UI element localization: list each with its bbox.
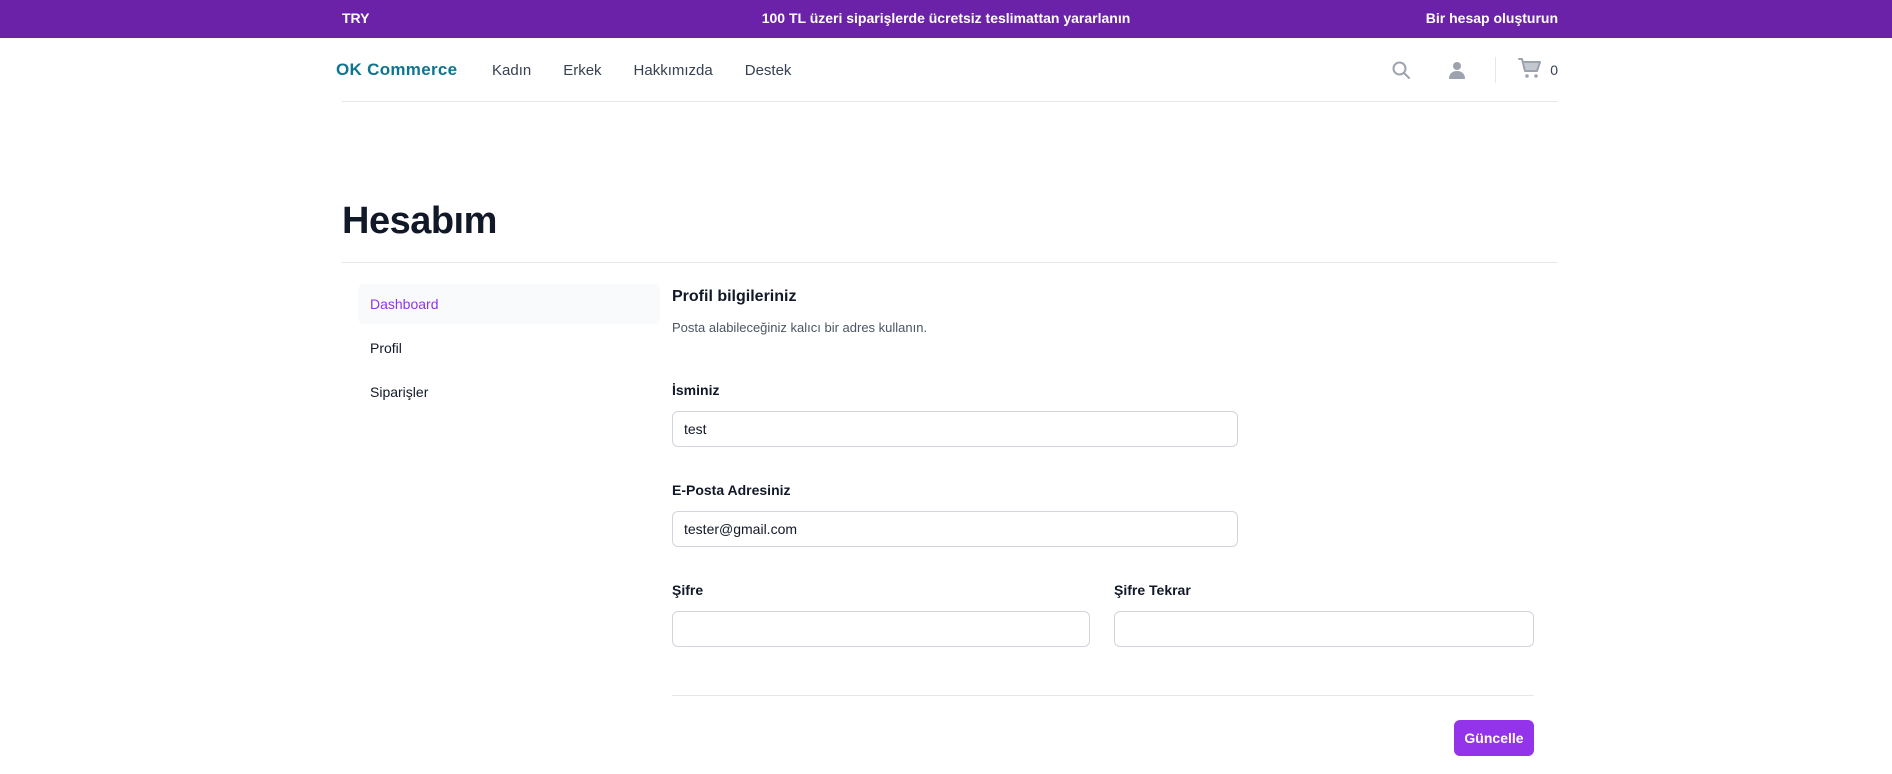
cart-count: 0 (1550, 62, 1558, 78)
account-sidebar: Dashboard Profil Siparişler (358, 284, 660, 416)
form-title: Profil bilgileriniz (672, 288, 797, 305)
nav-item-destek[interactable]: Destek (745, 62, 792, 79)
password-repeat-label: Şifre Tekrar (1114, 582, 1191, 598)
email-label: E-Posta Adresiniz (672, 482, 791, 498)
create-account-link[interactable]: Bir hesap oluşturun (1426, 10, 1558, 26)
sidebar-item-dashboard[interactable]: Dashboard (358, 284, 660, 324)
promo-bar: TRY 100 TL üzeri siparişlerde ücretsiz t… (0, 0, 1892, 38)
site-header: OK Commerce Kadın Erkek Hakkımızda Deste… (336, 38, 1558, 102)
nav-item-erkek[interactable]: Erkek (563, 62, 601, 79)
sidebar-item-profil[interactable]: Profil (358, 328, 660, 368)
nav-item-kadin[interactable]: Kadın (492, 62, 531, 79)
profile-form: Profil bilgileriniz Posta alabileceğiniz… (672, 288, 1534, 756)
form-subtitle: Posta alabileceğiniz kalıcı bir adres ku… (672, 320, 928, 335)
header-divider (1495, 57, 1497, 83)
page-title: Hesabım (342, 200, 497, 242)
search-icon[interactable] (1387, 56, 1415, 84)
nav-item-hakkimizda[interactable]: Hakkımızda (634, 62, 713, 79)
title-divider (342, 262, 1558, 263)
password-label: Şifre (672, 582, 704, 598)
cart-button[interactable]: 0 (1518, 57, 1558, 84)
cart-icon (1518, 57, 1542, 84)
header-actions: 0 (1387, 56, 1558, 84)
sidebar-item-siparisler[interactable]: Siparişler (358, 372, 660, 412)
update-button[interactable]: Güncelle (1454, 720, 1534, 756)
user-icon[interactable] (1443, 56, 1471, 84)
password-repeat-field[interactable] (1114, 611, 1534, 647)
name-label: İsminiz (672, 382, 720, 398)
main-nav: Kadın Erkek Hakkımızda Destek (492, 62, 791, 79)
form-divider (672, 695, 1534, 696)
promo-message: 100 TL üzeri siparişlerde ücretsiz tesli… (761, 10, 1131, 26)
password-field[interactable] (672, 611, 1090, 647)
email-field[interactable] (672, 511, 1238, 547)
site-logo[interactable]: OK Commerce (336, 60, 457, 80)
name-field[interactable] (672, 411, 1238, 447)
